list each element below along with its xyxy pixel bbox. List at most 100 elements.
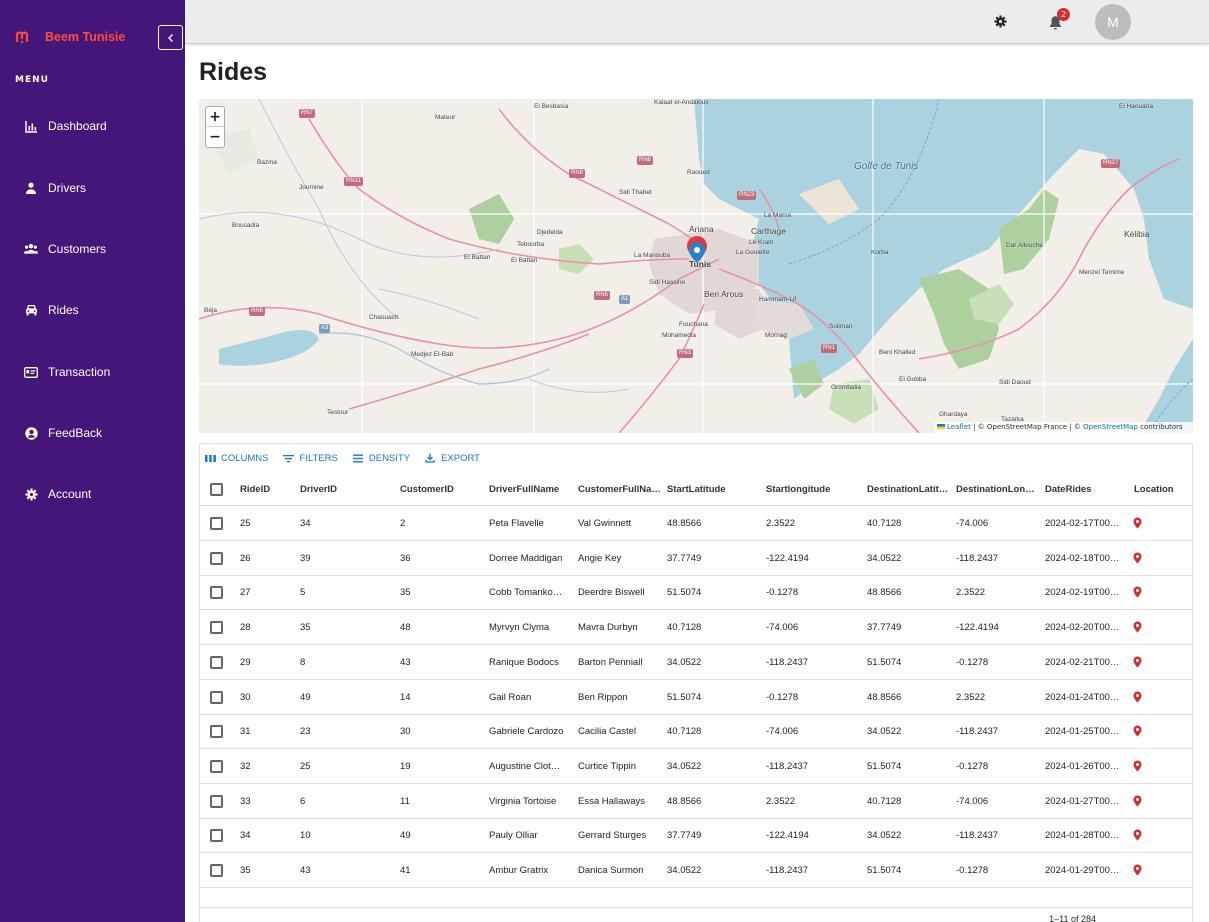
column-header[interactable]: Location [1134, 484, 1190, 495]
location-pin-icon[interactable] [1133, 552, 1142, 564]
location-pin-icon[interactable] [1133, 829, 1142, 841]
table-row[interactable]: 30 49 14 Gail Roan Ben Rippon 51.5074 -0.1278 4… [200, 680, 1192, 715]
table-cell: -122.4194 [766, 830, 809, 842]
table-row[interactable]: 32 25 19 Augustine Clot… Curtice Tippin 34.05… [200, 749, 1192, 784]
table-cell: -118.2437 [766, 865, 809, 876]
row-checkbox[interactable] [210, 725, 223, 739]
sidebar-item-dashboard[interactable]: Dashboard [24, 116, 107, 136]
table-cell: 2024-01-28T00… [1045, 830, 1120, 842]
column-header[interactable]: CustomerFullNa… [578, 484, 661, 495]
sidebar-item-label: Drivers [48, 181, 86, 195]
table-cell: 5 [300, 587, 306, 599]
table-cell: 34.0522 [867, 552, 902, 564]
table-cell: 26 [240, 552, 251, 564]
density-button[interactable]: DENSITY [352, 452, 410, 464]
export-button[interactable]: EXPORT [424, 452, 480, 464]
columns-button[interactable]: COLUMNS [204, 452, 269, 464]
row-checkbox[interactable] [210, 655, 223, 669]
column-header[interactable]: DestinationLon… [956, 484, 1039, 495]
sidebar-item-drivers[interactable]: Drivers [24, 178, 86, 198]
attribution-text-end: contributors [1137, 423, 1183, 431]
column-header[interactable]: DriverID [300, 484, 394, 495]
table-cell: 8 [300, 656, 306, 668]
table-cell: 35 [300, 622, 311, 634]
row-checkbox[interactable] [210, 759, 223, 773]
location-pin-icon[interactable] [1133, 517, 1142, 529]
sidebar-item-feedback[interactable]: FeedBack [24, 423, 102, 443]
account-circle-icon [24, 426, 38, 440]
column-header[interactable]: RideID [240, 484, 294, 495]
row-checkbox[interactable] [210, 517, 223, 530]
map-attribution: Leaflet | © OpenStreetMap France | © Ope… [934, 422, 1193, 433]
table-cell: -0.1278 [956, 865, 989, 876]
location-pin-icon[interactable] [1133, 864, 1142, 876]
location-pin-icon[interactable] [1133, 586, 1142, 598]
user-avatar[interactable]: M [1095, 4, 1131, 40]
table-row[interactable]: 34 10 49 Pauly Olliar Gerrard Sturges 37.7749… [200, 818, 1192, 854]
sidebar-item-customers[interactable]: Customers [24, 239, 106, 259]
table-row[interactable]: 35 43 41 Ambur Gratrix Danica Surmon 34.0522 -… [200, 853, 1192, 888]
filters-button[interactable]: FILTERS [283, 452, 338, 464]
row-checkbox[interactable] [210, 864, 223, 877]
sidebar-item-label: Account [48, 487, 92, 501]
sidebar-item-label: Dashboard [48, 119, 107, 133]
table-cell: 51.5074 [867, 760, 902, 772]
zoom-out-button[interactable]: − [206, 127, 224, 147]
map-road-label: RN9 [569, 169, 586, 178]
table-row[interactable]: 29 8 43 Ranique Bodocs Barton Penniall 34.052… [200, 645, 1192, 680]
table-cell: Ambur Gratrix [489, 865, 549, 876]
table-row[interactable]: 28 35 48 Myrvyn Clyma Mavra Durbyn 40.7128 -74… [200, 610, 1192, 646]
table-cell: 19 [400, 760, 411, 772]
column-header[interactable]: DriverFullName [489, 484, 572, 495]
row-checkbox[interactable] [210, 794, 223, 808]
select-all-checkbox[interactable] [210, 483, 223, 496]
table-cell: 2024-01-25T00… [1045, 726, 1120, 738]
map-place-label: Mornag [765, 332, 788, 339]
column-header[interactable]: CustomerID [400, 484, 483, 495]
location-pin-icon[interactable] [1133, 691, 1142, 703]
density-icon [352, 452, 364, 464]
table-cell: 2.3522 [766, 795, 796, 807]
sidebar-item-label: Customers [48, 242, 107, 256]
table-cell: 34.0522 [867, 726, 902, 738]
row-checkbox[interactable] [210, 621, 223, 635]
table-cell: Pauly Olliar [489, 830, 538, 842]
row-checkbox[interactable] [210, 586, 223, 600]
location-pin-icon[interactable] [1133, 656, 1142, 668]
osm-link[interactable]: OpenStreetMap [1083, 423, 1138, 431]
row-checkbox[interactable] [210, 690, 223, 704]
table-cell: -122.4194 [766, 552, 809, 564]
leaflet-link[interactable]: Leaflet [947, 423, 971, 431]
map-place-label: Fouchana [679, 321, 708, 328]
row-checkbox[interactable] [210, 551, 223, 565]
location-pin-icon[interactable] [1133, 725, 1142, 737]
map-road-label: RN3 [677, 349, 694, 358]
column-header[interactable]: DestinationLatit… [867, 484, 950, 495]
sidebar-item-transaction[interactable]: Transaction [24, 362, 110, 382]
settings-icon[interactable] [993, 14, 1007, 28]
sidebar-item-account[interactable]: Account [24, 484, 91, 504]
location-pin-icon[interactable] [1133, 621, 1142, 633]
sidebar-item-rides[interactable]: Rides [24, 300, 79, 320]
table-row[interactable]: 31 23 30 Gabriele Cardozo Cacilia Castel 40.7… [200, 714, 1192, 750]
brand[interactable]: Beem Tunisie [14, 28, 125, 46]
export-label: EXPORT [441, 452, 480, 464]
attribution-text: | © OpenStreetMap France | © [970, 423, 1084, 431]
location-pin-icon[interactable] [1133, 795, 1142, 807]
table-row[interactable]: 27 5 35 Cobb Tomanko… Deerdre Biswell 51.5074… [200, 575, 1192, 611]
zoom-in-button[interactable]: + [206, 107, 224, 127]
column-header[interactable]: Startlongitude [766, 484, 861, 495]
column-header[interactable]: StartLatitude [667, 484, 760, 495]
row-checkbox[interactable] [210, 829, 223, 843]
collapse-sidebar-button[interactable] [158, 25, 183, 50]
location-pin-icon[interactable] [1133, 760, 1142, 772]
map-place-label: Medjez El-Bab [411, 351, 454, 358]
rides-map[interactable]: El Besbasia Kalaat el-Andalous Mateur Golfe… [199, 99, 1193, 433]
table-cell: Angie Key [578, 552, 622, 564]
map-place-label: Kélibia [1124, 229, 1150, 239]
table-row[interactable]: 33 6 11 Virginia Tortoise Essa Hallaways 48.8… [200, 784, 1192, 819]
table-row[interactable]: 26 39 36 Dorree Maddigan Angie Key 37.7749 -12… [200, 541, 1192, 576]
column-header[interactable]: DateRides [1045, 484, 1128, 495]
map-place-label: Menzel Temime [1079, 269, 1125, 276]
table-row[interactable]: 25 34 2 Peta Flavelle Val Gwinnett 48.8566 2.3… [200, 506, 1192, 541]
